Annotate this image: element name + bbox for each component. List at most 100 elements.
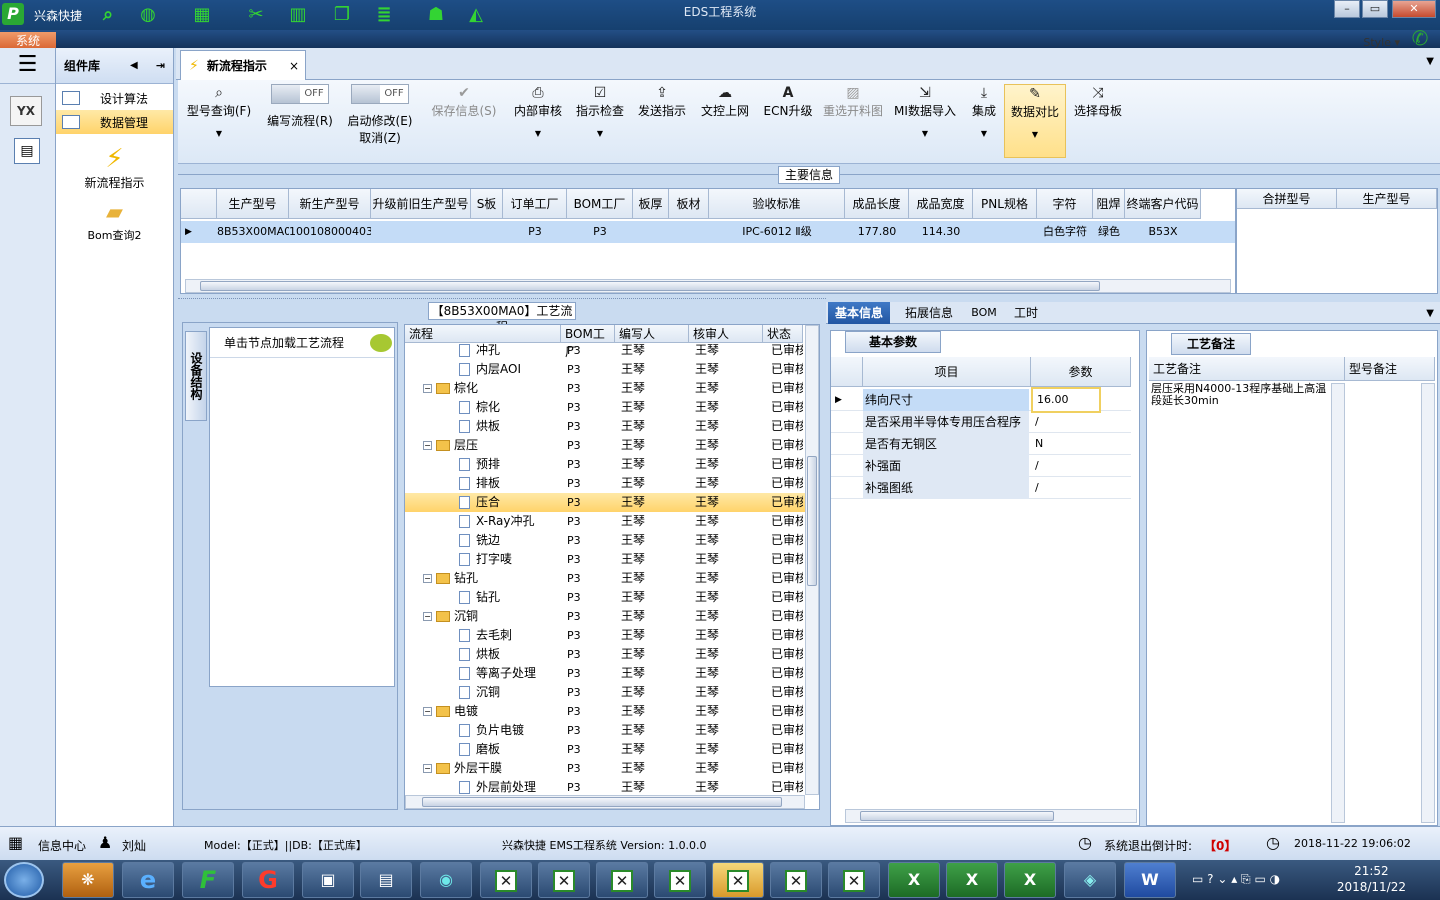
internal-review-button[interactable]: ⎙ 内部审核 ▼ [510,84,566,158]
save-disk-icon[interactable]: ▣ [302,862,354,898]
scissors-icon[interactable]: ✂ [244,3,268,27]
scroll-thumb[interactable] [807,456,817,586]
column-header[interactable]: 终端客户代码 [1125,189,1201,219]
table-cell[interactable] [471,221,503,243]
column-header[interactable]: 工艺备注 [1149,357,1345,381]
phone-icon[interactable]: ✆ [1406,26,1434,50]
tool-new-flow[interactable]: ⚡ 新流程指示 [56,144,173,191]
splitter[interactable] [178,298,826,300]
taskbar-window-active[interactable]: ✕ [712,862,764,898]
table-cell[interactable]: P3 [567,221,633,243]
start-button[interactable] [4,862,44,898]
complib-item-data-management[interactable]: 数据管理 [56,110,173,134]
windows-grid-icon[interactable]: ▦ [8,833,23,852]
taskbar-window[interactable]: ✕ [538,862,590,898]
param-value-field[interactable]: N [1031,433,1131,455]
process-note-text[interactable]: 层压采用N4000-13程序基础上高温段延长30min [1151,383,1327,407]
start-modify-toggle[interactable]: OFF 启动修改(E) 取消(Z) [344,84,416,158]
maximize-button[interactable]: ▭ [1362,0,1388,18]
edit-flow-toggle[interactable]: OFF 编写流程(R) [260,84,340,158]
excel-icon[interactable]: X [888,862,940,898]
menu-icon[interactable]: ☰ [0,48,55,84]
table-cell[interactable] [973,221,1037,243]
edit-flow-switch[interactable]: OFF [271,84,329,104]
tree-node[interactable]: 烘板 P3 王琴 王琴 已审核 [405,645,805,664]
table-cell[interactable] [669,221,709,243]
g-app-icon[interactable]: G [242,862,294,898]
vertical-scrollbar[interactable] [805,325,819,795]
tree-node[interactable]: 等离子处理 P3 王琴 王琴 已审核 [405,664,805,683]
taskbar-window[interactable]: ✕ [654,862,706,898]
horizontal-scrollbar[interactable] [405,795,805,809]
table-cell[interactable]: P3 [503,221,567,243]
collapse-icon[interactable]: − [423,764,432,773]
film-icon[interactable]: ▥ [286,3,310,27]
column-header[interactable]: 板厚 [633,189,669,219]
table-row[interactable]: ▶ 8B53X00MA010010800040334 P3P3 IPC-6012 Ⅱ级… [181,221,1235,243]
collapse-icon[interactable]: − [423,384,432,393]
column-header[interactable]: 字符 [1037,189,1093,219]
tab-extended-info[interactable]: 拓展信息 [896,302,962,324]
tree-node[interactable]: X-Ray冲孔 P3 王琴 王琴 已审核 [405,512,805,531]
table-cell[interactable]: 8B53X00MA0 [217,221,289,243]
tree-node[interactable]: 负片电镀 P3 王琴 王琴 已审核 [405,721,805,740]
tab-device-structure[interactable]: 设备结构 [185,331,207,421]
column-header[interactable]: 板材 [669,189,709,219]
param-row[interactable]: 是否有无铜区 N [831,433,1131,455]
tray-icons[interactable]: ▭ ? ⌄ ▴ ⎘ ▭ ◑ [1192,872,1280,887]
param-value-field[interactable]: / [1031,455,1131,477]
select-mother-board-button[interactable]: ⤨ 选择母板 [1072,84,1124,158]
table-cell[interactable] [633,221,669,243]
param-row[interactable]: 补强图纸 / [831,477,1131,499]
tab-work-hours[interactable]: 工时 [1006,302,1046,324]
column-header[interactable]: 升级前旧生产型号 [371,189,471,219]
ecn-upgrade-button[interactable]: A ECN升级 [760,84,816,158]
taskbar-window[interactable]: ✕ [480,862,532,898]
column-header[interactable]: 成品宽度 [909,189,973,219]
taskbar-clock[interactable]: 21:52 2018/11/22 [1337,863,1406,895]
network-app-icon[interactable]: ◈ [1064,862,1116,898]
column-header[interactable]: 型号备注 [1345,357,1435,381]
tab-process-notes[interactable]: 工艺备注 [1171,333,1251,355]
tree-node[interactable]: 冲孔 P3 王琴 王琴 已审核 [405,341,805,360]
horizontal-scrollbar[interactable] [845,809,1137,823]
tab-basic-info[interactable]: 基本信息 [828,302,890,324]
tree-node[interactable]: 打字唛 P3 王琴 王琴 已审核 [405,550,805,569]
taskbar-window[interactable]: ✕ [770,862,822,898]
start-modify-switch[interactable]: OFF [351,84,409,104]
word-icon[interactable]: W [1124,862,1176,898]
user-icon[interactable]: ☗ [424,3,448,27]
info-center[interactable]: 信息中心 [38,837,86,854]
column-header[interactable]: 生产型号 [1337,189,1437,209]
param-row[interactable]: ▶ 纬向尺寸 16.00 [831,387,1131,413]
scroll-thumb[interactable] [422,797,782,807]
collapse-icon[interactable]: − [423,574,432,583]
minimize-button[interactable]: – [1334,0,1360,18]
tree-node[interactable]: 烘板 P3 王琴 王琴 已审核 [405,417,805,436]
close-button[interactable]: ✕ [1392,0,1436,18]
tree-node[interactable]: − 层压 P3 王琴 王琴 已审核 [405,436,805,455]
tool-bom-query[interactable]: ▰ Bom查询2 [56,199,173,243]
horizontal-scrollbar[interactable] [185,279,1231,293]
tree-node[interactable]: 铣边 P3 王琴 王琴 已审核 [405,531,805,550]
send-instruction-button[interactable]: ⇪ 发送指示 [634,84,690,158]
column-header[interactable]: 新生产型号 [289,189,371,219]
table-cell[interactable]: 绿色 [1093,221,1125,243]
check-instruction-button[interactable]: ☑ 指示检查 ▼ [572,84,628,158]
tab-bom[interactable]: BOM [966,302,1002,324]
tree-node[interactable]: − 外层干膜 P3 王琴 王琴 已审核 [405,759,805,778]
column-header[interactable]: S板 [471,189,503,219]
column-header[interactable]: 生产型号 [217,189,289,219]
list-icon[interactable]: ≣ [372,3,396,27]
dropdown-arrow-icon[interactable]: ▼ [1426,308,1434,319]
scanner-icon[interactable]: ▤ [360,862,412,898]
param-value-field[interactable]: / [1031,411,1131,433]
table-cell[interactable]: B53X [1125,221,1201,243]
table-cell[interactable]: 114.30 [909,221,973,243]
calculator-icon[interactable]: ▤ [14,138,40,164]
reselect-cutting-button[interactable]: ▨ 重选开料图 [820,84,886,158]
tree-node[interactable]: 去毛刺 P3 王琴 王琴 已审核 [405,626,805,645]
column-header[interactable]: BOM工厂 [567,189,633,219]
column-header[interactable]: PNL规格 [973,189,1037,219]
tree-node[interactable]: 钻孔 P3 王琴 王琴 已审核 [405,588,805,607]
